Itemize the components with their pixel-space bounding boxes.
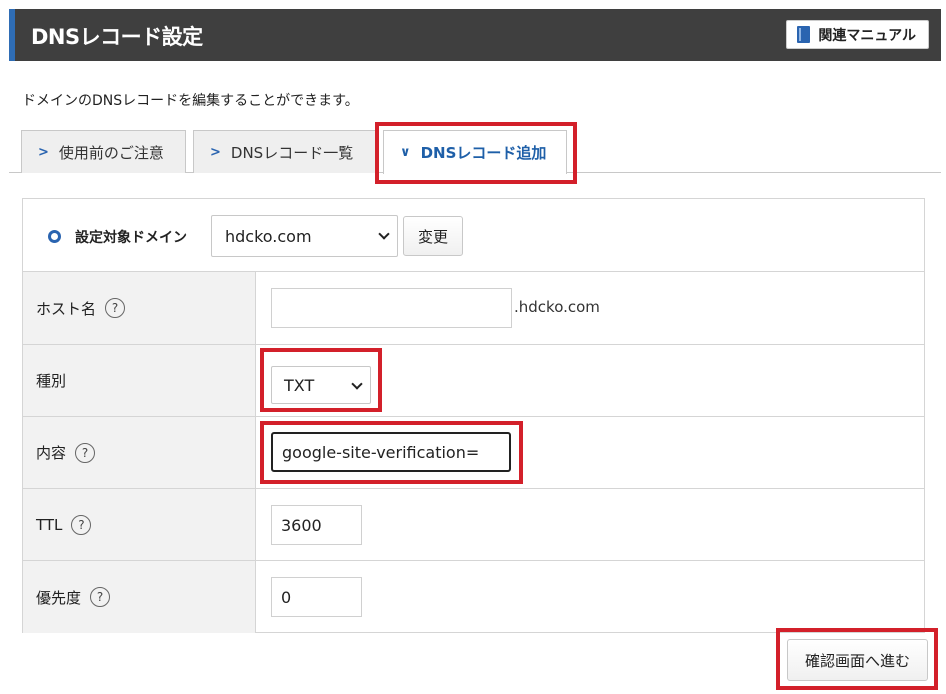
help-icon[interactable]: ? — [71, 514, 92, 535]
content-content-cell: google-site-verification= — [257, 417, 924, 488]
content-input[interactable]: google-site-verification= — [271, 432, 511, 472]
page-header: DNSレコード設定 関連マニュアル — [9, 9, 941, 61]
host-label: ホスト名 — [36, 299, 97, 318]
proceed-to-confirm-button[interactable]: 確認画面へ進む — [787, 639, 928, 681]
help-icon[interactable]: ? — [105, 298, 126, 318]
tab-label: DNSレコード追加 — [420, 144, 547, 162]
record-type-select[interactable]: TXT — [271, 366, 371, 404]
ttl-input[interactable]: 3600 — [271, 505, 362, 545]
host-row: ホスト名 ? .hdcko.com — [23, 272, 924, 345]
ttl-label: TTL — [36, 515, 63, 534]
chevron-down-icon — [351, 378, 363, 390]
tab-bar: > 使用前のご注意 > DNSレコード一覧 ∨ DNSレコード追加 — [9, 124, 941, 174]
chevron-down-icon: ∨ — [400, 145, 411, 160]
priority-content-cell: 0 — [257, 561, 924, 633]
priority-label-cell: 優先度 ? — [23, 561, 256, 633]
tab-dns-record-list[interactable]: > DNSレコード一覧 — [193, 130, 376, 173]
priority-label: 優先度 — [36, 588, 82, 607]
type-label-cell: 種別 — [23, 345, 256, 416]
type-label: 種別 — [36, 372, 67, 390]
dns-form-panel: 設定対象ドメイン hdcko.com 変更 ホスト名 ? .hdcko.com … — [22, 198, 925, 633]
help-icon[interactable]: ? — [90, 587, 111, 607]
book-icon — [797, 26, 811, 43]
page-description: ドメインのDNSレコードを編集することができます。 — [22, 93, 359, 109]
manual-button-label: 関連マニュアル — [818, 27, 916, 44]
ttl-content-cell: 3600 — [257, 489, 924, 560]
priority-input[interactable]: 0 — [271, 577, 362, 617]
chevron-right-icon: > — [210, 144, 221, 160]
ttl-row: TTL ? 3600 — [23, 489, 924, 561]
tab-label: 使用前のご注意 — [58, 143, 164, 162]
page-title: DNSレコード設定 — [31, 25, 203, 49]
manual-button[interactable]: 関連マニュアル — [786, 20, 929, 49]
host-input[interactable] — [271, 288, 512, 328]
host-label-cell: ホスト名 ? — [23, 272, 256, 344]
domain-select[interactable]: hdcko.com — [211, 215, 398, 257]
content-label: 内容 — [36, 444, 67, 462]
help-icon[interactable]: ? — [75, 442, 96, 463]
tab-precautions[interactable]: > 使用前のご注意 — [21, 130, 186, 173]
priority-row: 優先度 ? 0 — [23, 561, 924, 633]
content-row: 内容 ? google-site-verification= — [23, 417, 924, 489]
record-type-value: TXT — [284, 375, 315, 395]
chevron-right-icon: > — [38, 144, 49, 160]
domain-selector-row: 設定対象ドメイン hdcko.com 変更 — [23, 199, 924, 272]
change-domain-button[interactable]: 変更 — [403, 216, 463, 256]
domain-label: 設定対象ドメイン — [75, 230, 187, 246]
ttl-label-cell: TTL ? — [23, 489, 256, 560]
type-row: 種別 TXT — [23, 345, 924, 417]
domain-select-value: hdcko.com — [225, 226, 312, 246]
tab-label: DNSレコード一覧 — [230, 143, 354, 162]
content-label-cell: 内容 ? — [23, 417, 256, 488]
host-content-cell: .hdcko.com — [257, 272, 924, 344]
tab-dns-record-add[interactable]: ∨ DNSレコード追加 — [383, 130, 567, 174]
chevron-down-icon — [378, 228, 390, 240]
radio-bullet-icon — [48, 230, 61, 243]
host-domain-suffix: .hdcko.com — [514, 298, 600, 316]
type-content-cell: TXT — [257, 345, 924, 416]
